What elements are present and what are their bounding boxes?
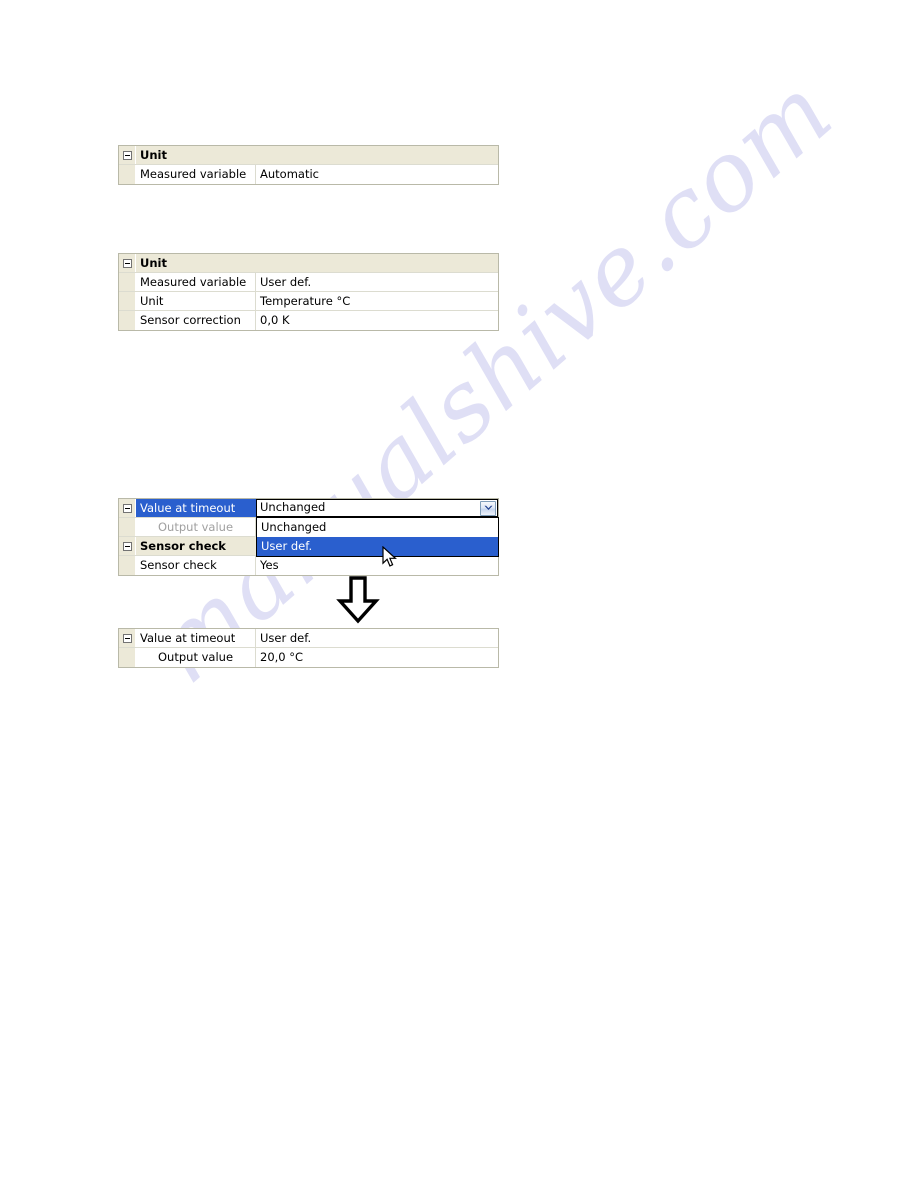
- row-gutter: [119, 292, 136, 310]
- dropdown-option-unchanged[interactable]: Unchanged: [257, 518, 498, 537]
- dropdown-option-user-def[interactable]: User def.: [257, 537, 498, 556]
- category-label: Unit: [136, 146, 256, 164]
- table-row[interactable]: Sensor check Yes: [119, 556, 498, 575]
- property-value[interactable]: User def.: [256, 273, 498, 291]
- collapse-box-icon[interactable]: [122, 633, 132, 643]
- category-value: [256, 254, 498, 272]
- row-gutter: [119, 556, 136, 575]
- property-value[interactable]: Temperature °C: [256, 292, 498, 310]
- category-label: Sensor check: [136, 537, 256, 555]
- category-row-value-at-timeout[interactable]: Value at timeout Unchanged: [119, 499, 498, 518]
- property-name: Measured variable: [136, 273, 256, 291]
- property-value[interactable]: User def.: [256, 629, 498, 647]
- combobox-editor[interactable]: Unchanged: [256, 499, 498, 517]
- property-value[interactable]: 0,0 K: [256, 311, 498, 330]
- category-row-value-at-timeout[interactable]: Value at timeout User def.: [119, 629, 498, 648]
- combobox-dropdown-list[interactable]: Unchanged User def.: [256, 517, 499, 557]
- row-gutter: [119, 146, 136, 164]
- value-editor-cell[interactable]: Unchanged: [256, 499, 498, 517]
- property-name: Value at timeout: [136, 629, 256, 647]
- property-name: Sensor correction: [136, 311, 256, 330]
- property-name: Output value: [136, 648, 256, 667]
- row-gutter: [119, 537, 136, 555]
- table-row[interactable]: Sensor correction 0,0 K: [119, 311, 498, 330]
- collapse-box-icon[interactable]: [122, 150, 132, 160]
- row-gutter: [119, 499, 136, 517]
- table-row-output-value[interactable]: Output value 20,0 °C: [119, 648, 498, 667]
- category-row-unit[interactable]: Unit: [119, 146, 498, 165]
- row-gutter: [119, 311, 136, 330]
- property-grid-unit-userdef: Unit Measured variable User def. Unit Te…: [118, 253, 499, 331]
- table-row[interactable]: Measured variable User def.: [119, 273, 498, 292]
- property-grid-timeout-result: Value at timeout User def. Output value …: [118, 628, 499, 668]
- category-row-unit[interactable]: Unit: [119, 254, 498, 273]
- property-name: Unit: [136, 292, 256, 310]
- row-gutter: [119, 629, 136, 647]
- category-label: Value at timeout: [136, 499, 256, 517]
- row-gutter: [119, 273, 136, 291]
- table-row[interactable]: Measured variable Automatic: [119, 165, 498, 184]
- category-label: Unit: [136, 254, 256, 272]
- property-grid-unit-automatic: Unit Measured variable Automatic: [118, 145, 499, 185]
- category-value: [256, 146, 498, 164]
- combobox-value: Unchanged: [260, 500, 326, 515]
- property-name: Sensor check: [136, 556, 256, 575]
- row-gutter: [119, 254, 136, 272]
- collapse-box-icon[interactable]: [122, 503, 132, 513]
- collapse-box-icon[interactable]: [122, 541, 132, 551]
- property-name: Measured variable: [136, 165, 256, 184]
- row-gutter: [119, 165, 136, 184]
- row-gutter: [119, 518, 136, 536]
- row-gutter: [119, 648, 136, 667]
- flow-down-arrow-icon: [336, 576, 380, 624]
- property-value[interactable]: Yes: [256, 556, 498, 575]
- property-value[interactable]: Automatic: [256, 165, 498, 184]
- chevron-down-icon[interactable]: [480, 500, 496, 516]
- property-name: Output value: [136, 518, 256, 536]
- collapse-box-icon[interactable]: [122, 258, 132, 268]
- property-value[interactable]: 20,0 °C: [256, 648, 498, 667]
- table-row[interactable]: Unit Temperature °C: [119, 292, 498, 311]
